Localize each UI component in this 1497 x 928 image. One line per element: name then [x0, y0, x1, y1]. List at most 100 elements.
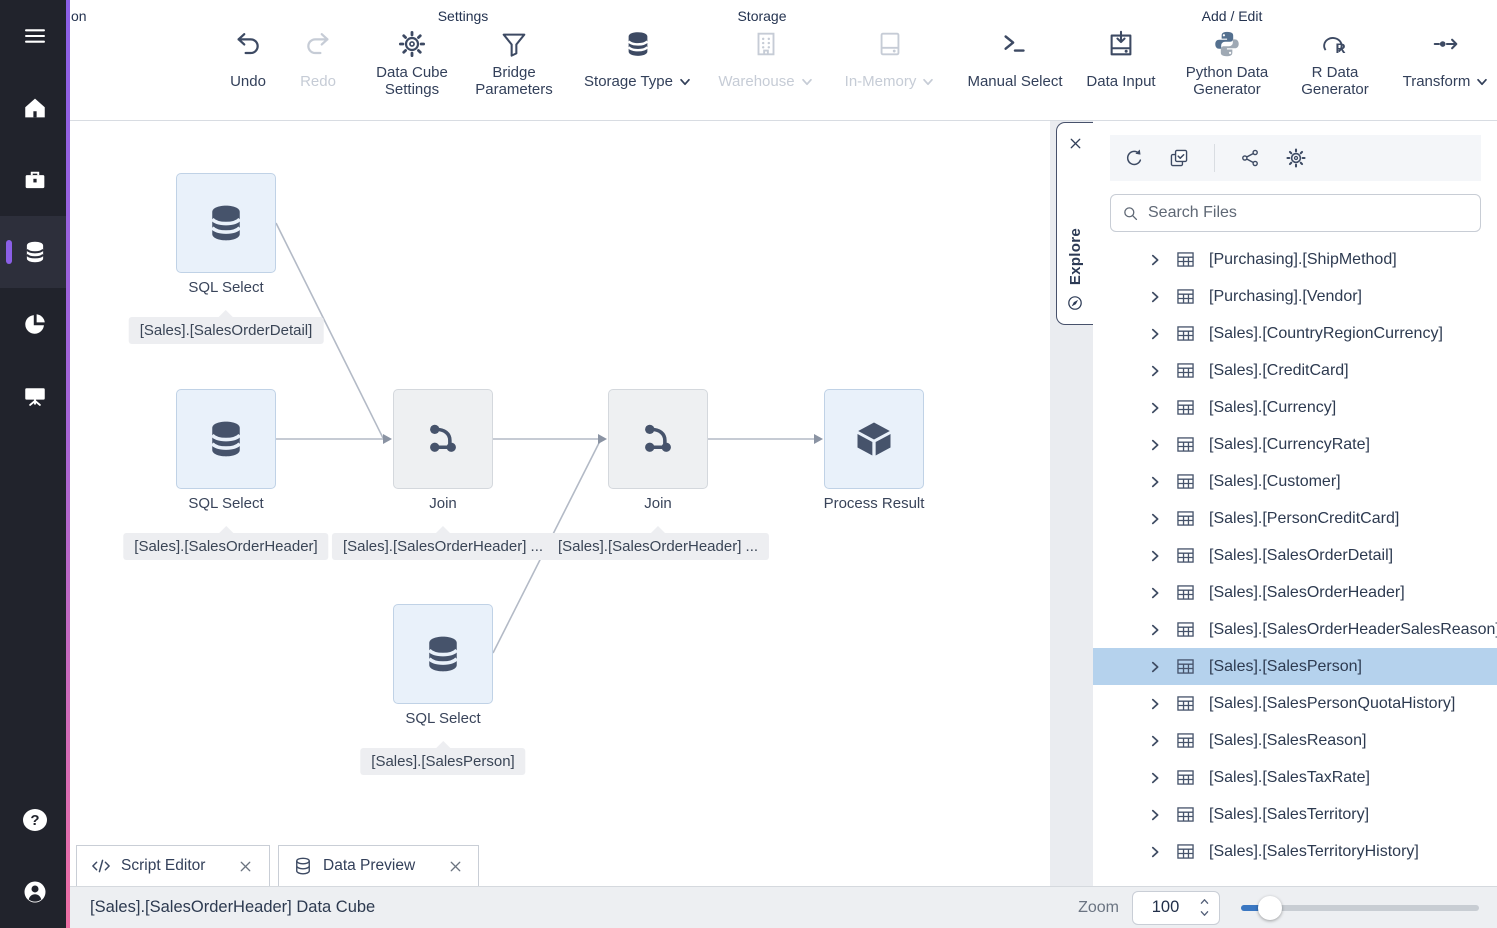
close-icon[interactable]: [237, 858, 254, 875]
node-label: SQL Select: [126, 279, 326, 296]
file-tree-row[interactable]: [Sales].[Customer]: [1093, 463, 1497, 500]
sidebar-item-data-cubes[interactable]: [0, 216, 70, 288]
explore-panel-tab[interactable]: Explore: [1056, 122, 1093, 325]
chevron-right-icon[interactable]: [1148, 401, 1162, 415]
manual-select-button[interactable]: Manual Select: [959, 26, 1071, 102]
chevron-right-icon[interactable]: [1148, 697, 1162, 711]
explore-panel: [Purchasing].[ShipMethod] [Purchasing].[…: [1093, 121, 1497, 886]
bridge-parameters-button[interactable]: Bridge Parameters: [463, 26, 565, 102]
file-tree-row[interactable]: [Sales].[SalesOrderHeaderSalesReason]: [1093, 611, 1497, 648]
chevron-right-icon[interactable]: [1148, 512, 1162, 526]
chevron-right-icon[interactable]: [1148, 253, 1162, 267]
file-name: [Sales].[CountryRegionCurrency]: [1209, 325, 1443, 343]
r-language-icon: [1320, 29, 1350, 59]
table-icon: [1175, 397, 1196, 418]
canvas-node-process-result[interactable]: [824, 389, 924, 489]
file-name: [Purchasing].[ShipMethod]: [1209, 251, 1397, 269]
table-icon: [1175, 323, 1196, 344]
chevron-down-icon: [921, 75, 935, 89]
toolbar-divider: [1214, 144, 1215, 172]
database-icon: [293, 856, 313, 876]
file-tree-row[interactable]: [Sales].[PersonCreditCard]: [1093, 500, 1497, 537]
chevron-right-icon[interactable]: [1148, 586, 1162, 600]
file-tree-row[interactable]: [Sales].[SalesOrderDetail]: [1093, 537, 1497, 574]
search-input[interactable]: [1148, 204, 1470, 222]
python-data-generator-button[interactable]: Python Data Generator: [1171, 26, 1283, 102]
canvas-node-join-1[interactable]: [393, 389, 493, 489]
file-tree-row[interactable]: [Purchasing].[ShipMethod]: [1093, 241, 1497, 278]
share-icon[interactable]: [1239, 147, 1261, 169]
multi-select-icon[interactable]: [1168, 147, 1190, 169]
tab-script-editor[interactable]: Script Editor: [76, 845, 270, 886]
file-tree-row[interactable]: [Sales].[CreditCard]: [1093, 352, 1497, 389]
canvas-node-sql-select-2[interactable]: [176, 389, 276, 489]
node-label: SQL Select: [126, 495, 326, 512]
chevron-right-icon[interactable]: [1148, 364, 1162, 378]
r-data-generator-button[interactable]: R Data Generator: [1283, 26, 1387, 102]
node-label: Join: [558, 495, 758, 512]
help-icon: ?: [23, 809, 47, 831]
canvas-node-join-2[interactable]: [608, 389, 708, 489]
spinner-down-icon[interactable]: [1198, 908, 1211, 919]
chevron-right-icon[interactable]: [1148, 290, 1162, 304]
chevron-right-icon[interactable]: [1148, 660, 1162, 674]
chevron-right-icon[interactable]: [1148, 845, 1162, 859]
node-tooltip: [Sales].[SalesOrderDetail]: [129, 317, 324, 344]
sidebar-item-home[interactable]: [0, 72, 70, 144]
sidebar-item-projects[interactable]: [0, 144, 70, 216]
file-tree-row[interactable]: [Purchasing].[Vendor]: [1093, 278, 1497, 315]
in-memory-dropdown[interactable]: In-Memory: [829, 26, 951, 102]
file-tree-row[interactable]: [Sales].[SalesPerson]: [1093, 648, 1497, 685]
file-tree-row[interactable]: [Sales].[SalesReason]: [1093, 722, 1497, 759]
chevron-right-icon[interactable]: [1148, 808, 1162, 822]
menu-button[interactable]: [0, 0, 70, 72]
chevron-right-icon[interactable]: [1148, 734, 1162, 748]
chevron-right-icon[interactable]: [1148, 438, 1162, 452]
file-tree-row[interactable]: [Sales].[SalesOrderHeader]: [1093, 574, 1497, 611]
file-tree-row[interactable]: [Sales].[SalesTaxRate]: [1093, 759, 1497, 796]
node-label: Join: [343, 495, 543, 512]
transform-dropdown[interactable]: Transform: [1387, 26, 1497, 102]
chevron-right-icon[interactable]: [1148, 475, 1162, 489]
presentation-icon: [22, 383, 48, 409]
chevron-right-icon[interactable]: [1148, 623, 1162, 637]
bottom-tab-bar: Script Editor Data Preview: [70, 838, 1050, 886]
zoom-slider[interactable]: [1241, 896, 1479, 920]
file-tree-row[interactable]: [Sales].[SalesTerritory]: [1093, 796, 1497, 833]
file-tree-row[interactable]: [Sales].[SalesPersonQuotaHistory]: [1093, 685, 1497, 722]
tab-data-preview[interactable]: Data Preview: [278, 845, 479, 886]
chevron-down-icon: [800, 75, 814, 89]
workspace-row: SQL Select [Sales].[SalesOrderDetail] SQ…: [70, 121, 1497, 886]
help-button[interactable]: ?: [0, 784, 70, 856]
redo-button[interactable]: Redo: [283, 26, 353, 102]
chevron-right-icon[interactable]: [1148, 327, 1162, 341]
undo-button[interactable]: Undo: [213, 26, 283, 102]
zoom-input[interactable]: 100: [1132, 891, 1220, 925]
refresh-icon[interactable]: [1122, 147, 1144, 169]
file-tree-row[interactable]: [Sales].[CountryRegionCurrency]: [1093, 315, 1497, 352]
close-icon[interactable]: [447, 858, 464, 875]
database-icon: [204, 417, 248, 461]
file-tree-row[interactable]: [Sales].[SalesTerritoryHistory]: [1093, 833, 1497, 870]
sidebar-item-analytics[interactable]: [0, 288, 70, 360]
warehouse-dropdown[interactable]: Warehouse: [703, 26, 829, 102]
close-icon[interactable]: [1067, 135, 1084, 152]
data-input-button[interactable]: Data Input: [1071, 26, 1171, 102]
storage-type-dropdown[interactable]: Storage Type: [573, 26, 703, 102]
data-cube-canvas[interactable]: SQL Select [Sales].[SalesOrderDetail] SQ…: [70, 121, 1050, 838]
data-cube-settings-button[interactable]: Data Cube Settings: [361, 26, 463, 102]
file-tree-row[interactable]: [Sales].[CurrencyRate]: [1093, 426, 1497, 463]
chevron-right-icon[interactable]: [1148, 549, 1162, 563]
canvas-node-sql-select-1[interactable]: [176, 173, 276, 273]
gear-icon[interactable]: [1285, 147, 1307, 169]
hamburger-icon: [22, 23, 48, 49]
canvas-node-sql-select-3[interactable]: [393, 604, 493, 704]
chevron-right-icon[interactable]: [1148, 771, 1162, 785]
account-button[interactable]: [0, 856, 70, 928]
table-icon: [1175, 360, 1196, 381]
slider-thumb[interactable]: [1258, 896, 1282, 920]
zoom-spinners: [1198, 896, 1211, 919]
sidebar-item-presentations[interactable]: [0, 360, 70, 432]
file-tree-row[interactable]: [Sales].[Currency]: [1093, 389, 1497, 426]
spinner-up-icon[interactable]: [1198, 896, 1211, 907]
